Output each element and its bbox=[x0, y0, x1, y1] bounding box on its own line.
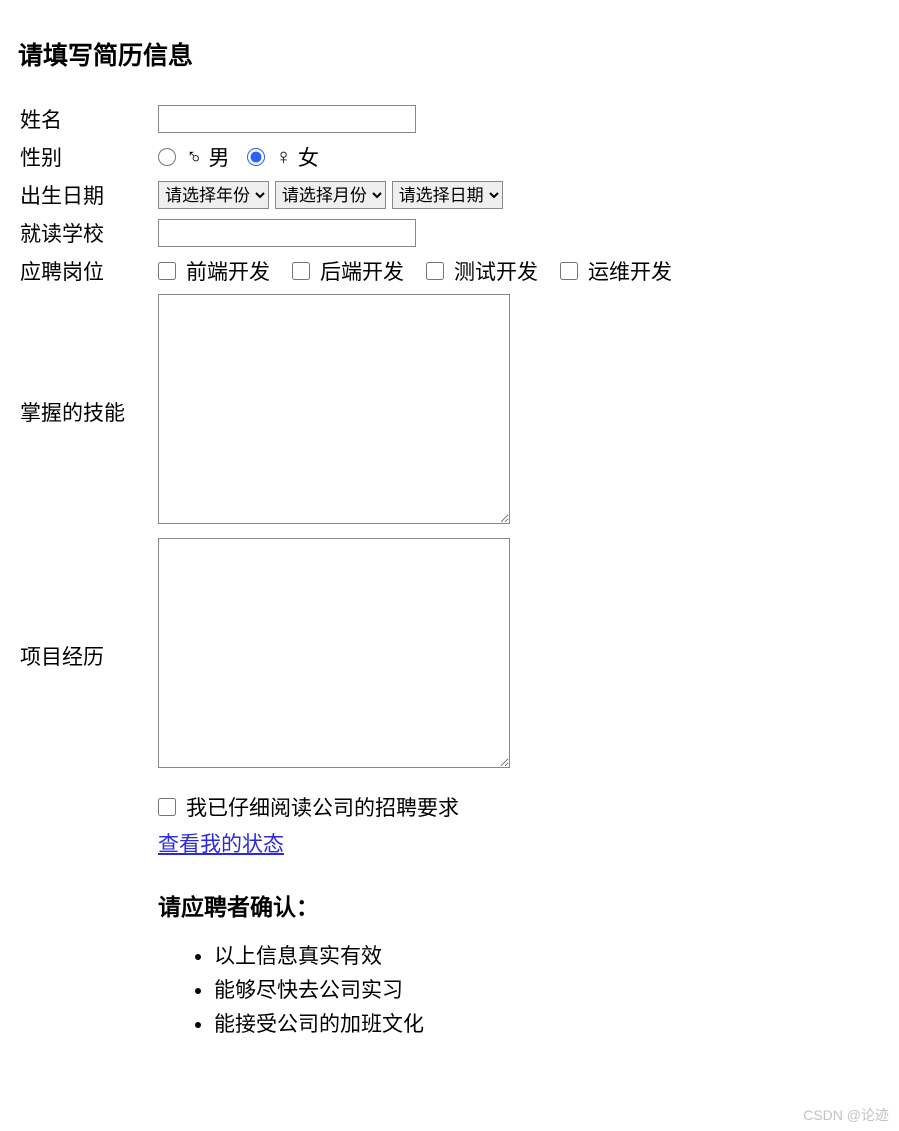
position-checkbox-test[interactable] bbox=[426, 262, 444, 280]
birth-month-select[interactable]: 请选择月份 bbox=[275, 181, 386, 209]
gender-female-label: 女 bbox=[298, 142, 319, 172]
skills-label: 掌握的技能 bbox=[18, 290, 156, 534]
school-input[interactable] bbox=[158, 219, 416, 247]
position-checkbox-devops[interactable] bbox=[560, 262, 578, 280]
skills-textarea[interactable] bbox=[158, 294, 510, 524]
position-checkbox-backend[interactable] bbox=[292, 262, 310, 280]
watermark: CSDN @论迹 bbox=[803, 1105, 889, 1125]
gender-radio-female[interactable] bbox=[247, 148, 265, 166]
confirm-block: 请应聘者确认： 以上信息真实有效 能够尽快去公司实习 能接受公司的加班文化 bbox=[158, 888, 688, 1038]
position-label-3: 运维开发 bbox=[588, 256, 672, 286]
position-label-0: 前端开发 bbox=[186, 256, 270, 286]
confirm-heading: 请应聘者确认： bbox=[158, 888, 688, 922]
name-label: 姓名 bbox=[18, 100, 156, 138]
birthdate-label: 出生日期 bbox=[18, 176, 156, 214]
list-item: 能接受公司的加班文化 bbox=[214, 1008, 688, 1038]
name-input[interactable] bbox=[158, 105, 416, 133]
gender-male-label: 男 bbox=[209, 142, 230, 172]
birth-year-select[interactable]: 请选择年份 bbox=[158, 181, 269, 209]
birth-day-select[interactable]: 请选择日期 bbox=[392, 181, 503, 209]
gender-label: 性别 bbox=[18, 138, 156, 176]
gender-radio-male[interactable] bbox=[158, 148, 176, 166]
position-label-2: 测试开发 bbox=[454, 256, 538, 286]
list-item: 以上信息真实有效 bbox=[214, 940, 688, 970]
school-label: 就读学校 bbox=[18, 214, 156, 252]
page-title: 请填写简历信息 bbox=[18, 36, 881, 72]
position-checkbox-frontend[interactable] bbox=[158, 262, 176, 280]
position-label-1: 后端开发 bbox=[320, 256, 404, 286]
male-icon: ♂ bbox=[186, 144, 203, 170]
list-item: 能够尽快去公司实习 bbox=[214, 974, 688, 1004]
female-icon: ♀ bbox=[275, 144, 292, 170]
projects-label: 项目经历 bbox=[18, 534, 156, 778]
projects-textarea[interactable] bbox=[158, 538, 510, 768]
confirm-list: 以上信息真实有效 能够尽快去公司实习 能接受公司的加班文化 bbox=[158, 940, 688, 1038]
status-link[interactable]: 查看我的状态 bbox=[158, 828, 284, 858]
resume-form: 姓名 性别 ♂男 ♀女 出生日期 请选择年份 请选择月份 请选择日期 就读学校 bbox=[18, 100, 690, 1046]
agree-checkbox[interactable] bbox=[158, 798, 176, 816]
position-label: 应聘岗位 bbox=[18, 252, 156, 290]
agree-label: 我已仔细阅读公司的招聘要求 bbox=[186, 792, 459, 822]
